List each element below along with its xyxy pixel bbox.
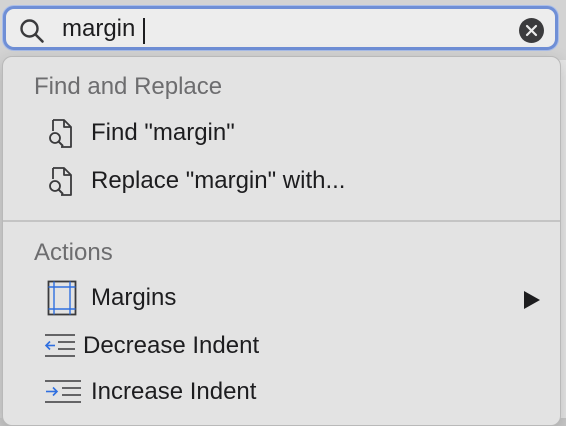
search-results-menu: Find and Replace Find "margin" Replace "…: [2, 56, 561, 426]
menu-separator: [3, 220, 560, 222]
menu-item-find[interactable]: Find "margin": [3, 113, 560, 155]
menu-item-increase-indent[interactable]: Increase Indent: [3, 372, 560, 414]
menu-item-label: Decrease Indent: [83, 332, 260, 359]
increase-indent-icon: [44, 379, 82, 410]
xmark-circle-icon: [525, 24, 538, 37]
search-field[interactable]: [3, 6, 558, 50]
magnifying-glass-icon: [19, 18, 45, 44]
clear-search-button[interactable]: [519, 18, 544, 43]
decrease-indent-icon: [44, 333, 76, 364]
section-header-actions: Actions: [34, 239, 113, 266]
page-margins-icon: [47, 280, 77, 321]
section-header-find-and-replace: Find and Replace: [34, 73, 223, 100]
text-caret: [143, 18, 145, 44]
search-input[interactable]: [62, 14, 482, 44]
menu-item-decrease-indent[interactable]: Decrease Indent: [3, 326, 560, 368]
document-search-icon: [47, 118, 75, 155]
menu-item-label: Margins: [91, 284, 177, 311]
menu-item-margins[interactable]: Margins: [3, 278, 560, 320]
menu-item-replace[interactable]: Replace "margin" with...: [3, 161, 560, 203]
menu-item-label: Increase Indent: [91, 378, 257, 405]
menu-item-label: Find "margin": [91, 119, 235, 146]
submenu-arrow-icon: [524, 291, 540, 309]
menu-item-label: Replace "margin" with...: [91, 167, 346, 194]
document-search-icon: [47, 166, 75, 203]
